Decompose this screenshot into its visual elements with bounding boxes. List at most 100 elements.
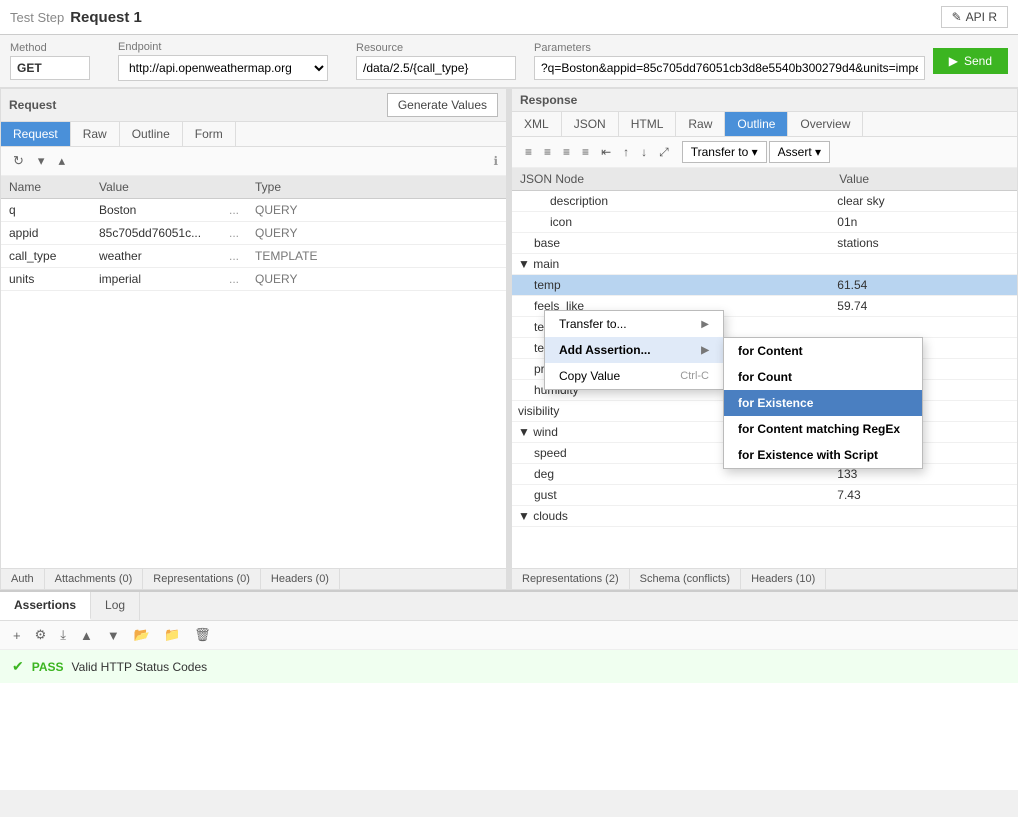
param-dots[interactable]: ...: [221, 268, 247, 291]
tab-form[interactable]: Form: [183, 122, 236, 146]
move-down-icon[interactable]: ▼: [102, 626, 125, 645]
transfer-chevron: ▶: [701, 319, 709, 330]
param-dots[interactable]: ...: [221, 245, 247, 268]
tab-log[interactable]: Log: [91, 592, 140, 620]
col-json-node: JSON Node: [512, 168, 831, 191]
tab-xml[interactable]: XML: [512, 112, 562, 136]
parameters-input[interactable]: [534, 56, 925, 80]
assertions-toolbar: + ⚙ ⤓ ▲ ▼ 📂 📁 🗑: [0, 621, 1018, 650]
tab-request[interactable]: Request: [1, 122, 71, 146]
info-icon[interactable]: ℹ: [493, 154, 498, 168]
param-value: Boston: [91, 199, 221, 222]
tab-raw[interactable]: Raw: [71, 122, 120, 146]
indent-icon[interactable]: ≡: [577, 142, 594, 162]
tab-headers-request[interactable]: Headers (0): [261, 569, 340, 589]
parameters-field-group: Parameters: [534, 42, 925, 80]
sort-asc-icon[interactable]: ↑: [618, 142, 634, 162]
tab-representations-request[interactable]: Representations (0): [143, 569, 261, 589]
param-name: call_type: [1, 245, 91, 268]
endpoint-select[interactable]: http://api.openweathermap.org: [118, 55, 328, 81]
assertion-for-existence[interactable]: for Existence: [724, 390, 922, 416]
param-dots[interactable]: ...: [221, 199, 247, 222]
assertion-description: Valid HTTP Status Codes: [72, 660, 208, 674]
col-header-value: Value: [91, 176, 221, 199]
folder-new-icon[interactable]: 📁: [159, 625, 185, 645]
assertion-for-content[interactable]: for Content: [724, 338, 922, 364]
chevron-down-icon[interactable]: ▾: [34, 151, 49, 171]
assertion-for-content-regex[interactable]: for Content matching RegEx: [724, 416, 922, 442]
run-icon[interactable]: ⤓: [55, 625, 71, 645]
tab-html[interactable]: HTML: [619, 112, 677, 136]
tab-assertions[interactable]: Assertions: [0, 592, 91, 620]
assertion-for-existence-script[interactable]: for Existence with Script: [724, 442, 922, 468]
delete-icon[interactable]: 🗑: [189, 625, 216, 645]
request-panel: Request Generate Values Request Raw Outl…: [0, 88, 507, 590]
send-button[interactable]: ▶ Send: [933, 48, 1008, 74]
param-type: QUERY: [247, 199, 506, 222]
folder-open-icon[interactable]: 📂: [129, 625, 155, 645]
parameters-label: Parameters: [534, 42, 925, 54]
resource-label: Resource: [356, 42, 526, 54]
bottom-tabs: Assertions Log: [0, 592, 1018, 621]
config-icon[interactable]: ⚙: [30, 625, 52, 645]
param-value: imperial: [91, 268, 221, 291]
assert-label: Assert ▾: [778, 145, 821, 159]
json-tree-row[interactable]: ▼ main: [512, 254, 1017, 275]
json-tree-row[interactable]: icon 01n: [512, 212, 1017, 233]
tab-auth[interactable]: Auth: [1, 569, 45, 589]
param-name: q: [1, 199, 91, 222]
context-item-transfer[interactable]: Transfer to... ▶: [545, 311, 723, 337]
generate-values-button[interactable]: Generate Values: [387, 93, 498, 117]
expand-all-icon[interactable]: ⤢: [654, 142, 674, 163]
tab-json[interactable]: JSON: [562, 112, 619, 136]
json-tree-row[interactable]: gust 7.43: [512, 485, 1017, 506]
context-item-copy-value[interactable]: Copy Value Ctrl-C: [545, 363, 723, 389]
title-bar: Test Step Request 1 ✎ API R: [0, 0, 1018, 35]
param-name: units: [1, 268, 91, 291]
request-param-row: q Boston ... QUERY: [1, 199, 506, 222]
tab-outline-response[interactable]: Outline: [725, 112, 788, 136]
pass-icon: ✔: [12, 658, 24, 675]
align-left-icon[interactable]: ≡: [520, 142, 537, 162]
align-right-icon[interactable]: ≡: [558, 142, 575, 162]
request-param-row: appid 85c705dd76051c... ... QUERY: [1, 222, 506, 245]
api-icon: ✎: [952, 10, 962, 24]
col-header-name: Name: [1, 176, 91, 199]
outdent-icon[interactable]: ⇤: [596, 142, 616, 162]
json-tree-row[interactable]: description clear sky: [512, 191, 1017, 212]
context-item-add-assertion[interactable]: Add Assertion... ▶ for Content for Count…: [545, 337, 723, 363]
tab-representations-response[interactable]: Representations (2): [512, 569, 630, 589]
param-type: QUERY: [247, 268, 506, 291]
chevron-up-icon[interactable]: ▴: [54, 151, 69, 171]
tab-raw-response[interactable]: Raw: [676, 112, 725, 136]
tab-outline[interactable]: Outline: [120, 122, 183, 146]
transfer-to-button[interactable]: Transfer to ▾: [682, 141, 767, 163]
move-up-icon[interactable]: ▲: [75, 626, 98, 645]
method-input[interactable]: [10, 56, 90, 80]
tab-schema-conflicts[interactable]: Schema (conflicts): [630, 569, 741, 589]
sort-desc-icon[interactable]: ↓: [636, 142, 652, 162]
json-node-name: ▼ clouds: [512, 506, 831, 527]
tab-attachments[interactable]: Attachments (0): [45, 569, 144, 589]
col-header-dots: [221, 176, 247, 199]
request-toolbar: Method Endpoint http://api.openweatherma…: [0, 35, 1018, 88]
json-node-name: gust: [512, 485, 831, 506]
tab-overview[interactable]: Overview: [788, 112, 863, 136]
align-center-icon[interactable]: ≡: [539, 142, 556, 162]
pass-status: PASS: [32, 660, 64, 674]
json-tree-row[interactable]: base stations: [512, 233, 1017, 254]
endpoint-label: Endpoint: [118, 41, 348, 53]
assertion-for-count[interactable]: for Count: [724, 364, 922, 390]
json-tree-row[interactable]: temp 61.54: [512, 275, 1017, 296]
tab-headers-response[interactable]: Headers (10): [741, 569, 826, 589]
assertion-row-pass: ✔ PASS Valid HTTP Status Codes: [0, 650, 1018, 683]
assert-button[interactable]: Assert ▾: [769, 141, 830, 163]
api-button[interactable]: ✎ API R: [941, 6, 1008, 28]
copy-value-label: Copy Value: [559, 369, 620, 383]
refresh-icon[interactable]: ↻: [9, 151, 28, 171]
add-assertion-icon[interactable]: +: [8, 626, 26, 645]
resource-input[interactable]: [356, 56, 516, 80]
json-tree-row[interactable]: ▼ clouds: [512, 506, 1017, 527]
json-node-value: [831, 254, 1017, 275]
param-dots[interactable]: ...: [221, 222, 247, 245]
